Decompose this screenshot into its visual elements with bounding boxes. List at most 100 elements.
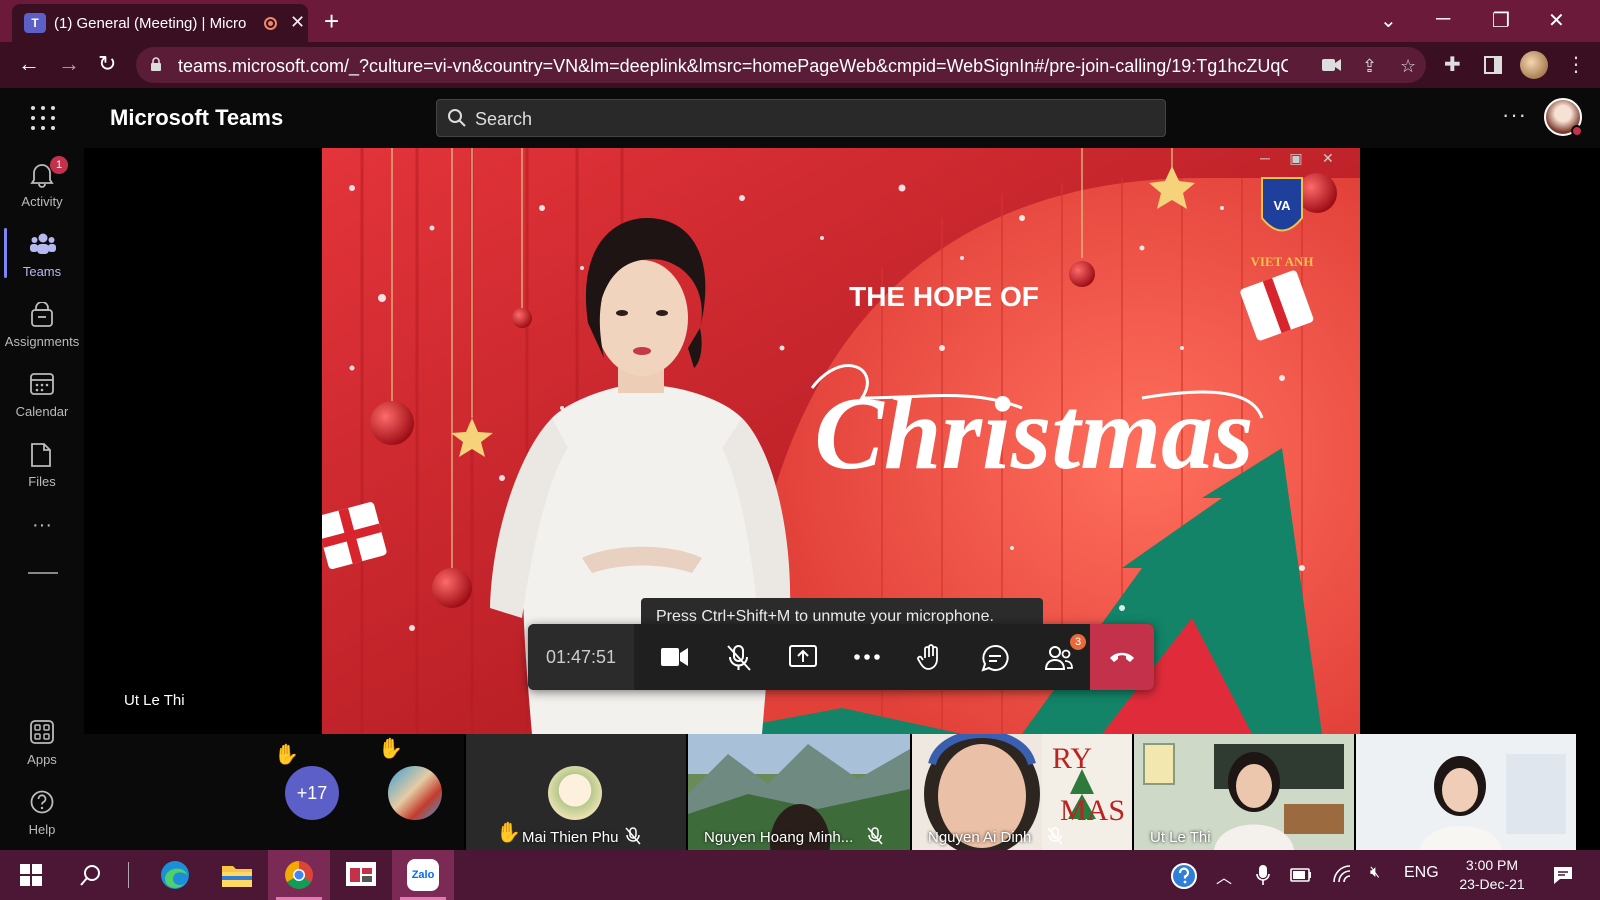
browser-profile-avatar[interactable] (1520, 51, 1548, 79)
rail-label: Apps (27, 752, 57, 767)
extensions-icon[interactable]: ✚ (1444, 52, 1461, 77)
taskbar-zalo[interactable]: Zalo (392, 850, 454, 900)
taskbar-file-explorer[interactable] (206, 850, 268, 900)
people-icon (1045, 646, 1073, 670)
clock-time: 3:00 PM (1465, 857, 1519, 873)
tab-close-icon[interactable]: ✕ (290, 12, 305, 33)
tab-search-icon[interactable]: ⌄ (1380, 8, 1397, 33)
share-icon[interactable]: ⇪ (1362, 56, 1377, 77)
participant-name: Mai Thien Phu (522, 829, 619, 846)
rail-label: Teams (22, 264, 62, 279)
video-title-line1: THE HOPE OF (849, 281, 1039, 312)
edge-icon (161, 861, 189, 889)
teams-icon (30, 233, 56, 254)
rail-label: Help (28, 822, 56, 837)
rail-label: Activity (21, 194, 63, 209)
rail-item-assignments[interactable]: Assignments (0, 290, 84, 356)
call-control-bar: 01:47:51 3 (528, 624, 1154, 690)
activity-badge: 1 (50, 156, 68, 174)
taskbar-divider (128, 862, 129, 888)
rail-item-teams[interactable]: Teams (0, 220, 84, 286)
user-avatar[interactable] (1544, 98, 1583, 137)
minimize-icon[interactable]: ─ (1436, 8, 1450, 31)
rail-label: Calendar (15, 404, 69, 419)
mic-button[interactable] (706, 624, 770, 690)
start-button[interactable] (0, 850, 62, 900)
battery-icon[interactable] (1290, 868, 1312, 882)
mic-off-icon (867, 827, 883, 845)
app-launcher-icon[interactable] (31, 106, 55, 130)
mic-off-icon (727, 645, 751, 671)
video-feed (1356, 734, 1576, 850)
input-language[interactable]: ENG (1404, 864, 1439, 882)
logo-text: VIET ANH (1251, 254, 1314, 269)
show-hidden-icons[interactable]: ︿ (1216, 864, 1232, 888)
raised-hand-icon: ✋ (378, 738, 403, 760)
browser-menu-icon[interactable]: ⋮ (1566, 52, 1586, 77)
avatar (548, 766, 602, 820)
taskbar-app[interactable] (330, 850, 392, 900)
taskbar-clock[interactable]: 3:00 PM 23-Dec-21 (1440, 856, 1544, 894)
side-panel-icon[interactable] (1484, 56, 1502, 74)
share-screen-button[interactable] (770, 624, 834, 690)
participant-tile[interactable]: Nguyen Hoang Minh... (688, 734, 910, 850)
wifi-icon[interactable] (1332, 864, 1354, 886)
participant-tile[interactable]: RY MAS Nguyen Ai Dinh (912, 734, 1132, 850)
mic-off-icon (625, 827, 641, 845)
stage-participant-name: Ut Le Thi (124, 692, 185, 709)
browser-tab-bar: T (1) General (Meeting) | Micro ✕ + ⌄ ─ … (0, 0, 1600, 42)
restore-icon[interactable]: ❐ (1492, 8, 1510, 33)
search-icon (80, 865, 100, 886)
search-placeholder: Search (475, 109, 533, 129)
tab-title: (1) General (Meeting) | Micro (54, 15, 247, 32)
camera-button[interactable] (642, 624, 706, 690)
rail-divider (28, 572, 58, 574)
more-options-icon[interactable]: ··· (1502, 102, 1527, 128)
taskbar-chrome[interactable] (268, 850, 330, 900)
reload-icon[interactable]: ↻ (98, 51, 116, 77)
raise-hand-button[interactable] (898, 624, 962, 690)
address-bar[interactable]: teams.microsoft.com/_?culture=vi-vn&coun… (136, 47, 1426, 83)
overflow-tile[interactable]: ✋ +17 ✋ (84, 734, 464, 850)
notifications-icon[interactable] (1552, 864, 1574, 886)
browser-tab[interactable]: T (1) General (Meeting) | Micro ✕ (12, 4, 308, 42)
new-tab-button[interactable]: + (324, 6, 339, 37)
help-icon (30, 790, 54, 814)
windows-logo-icon (20, 864, 42, 886)
chat-button[interactable] (962, 624, 1026, 690)
popout-controls[interactable]: ─ ▣ ✕ (1260, 150, 1334, 167)
close-window-icon[interactable]: ✕ (1548, 8, 1565, 33)
forward-icon[interactable]: → (58, 51, 80, 77)
volume-muted-icon[interactable]: 🔇︎ (1370, 864, 1380, 882)
apps-icon (30, 720, 54, 744)
rail-item-apps[interactable]: Apps (0, 708, 84, 774)
rail-item-files[interactable]: Files (0, 430, 84, 496)
bookmark-star-icon[interactable]: ☆ (1400, 56, 1416, 77)
participant-tile[interactable] (1356, 734, 1576, 850)
participant-name: Nguyen Hoang Minh... (704, 829, 854, 846)
browser-toolbar: ← → ↻ teams.microsoft.com/_?culture=vi-v… (0, 42, 1600, 88)
raise-hand-icon (917, 644, 938, 670)
participant-gallery: ✋ +17 ✋ ✋ Mai Thien Phu Nguyen Hoang Min… (84, 734, 1600, 850)
mic-off-icon (1047, 827, 1063, 845)
rail-item-calendar[interactable]: Calendar (0, 360, 84, 426)
taskbar-search-button[interactable] (60, 850, 122, 900)
assignments-icon (31, 302, 53, 327)
more-actions-button[interactable] (834, 624, 898, 690)
taskbar-edge[interactable] (144, 850, 206, 900)
overflow-count: +17 (285, 766, 339, 820)
help-tray-icon[interactable] (1170, 862, 1198, 890)
search-input[interactable]: Search (436, 99, 1166, 137)
folder-icon (222, 866, 252, 887)
camera-in-use-icon[interactable] (1322, 58, 1342, 72)
lock-icon (151, 57, 161, 71)
microphone-tray-icon[interactable] (1256, 864, 1270, 886)
rail-item-help[interactable]: Help (0, 778, 84, 844)
participant-tile[interactable]: ✋ Mai Thien Phu (466, 734, 686, 850)
participant-tile[interactable]: Ut Le Thi (1134, 734, 1354, 850)
logo-initials: VA (1273, 198, 1291, 213)
back-icon[interactable]: ← (18, 51, 40, 77)
rail-item-activity[interactable]: 1 Activity (0, 150, 84, 216)
more-apps-icon[interactable]: ··· (32, 514, 52, 537)
leave-call-button[interactable] (1090, 624, 1154, 690)
